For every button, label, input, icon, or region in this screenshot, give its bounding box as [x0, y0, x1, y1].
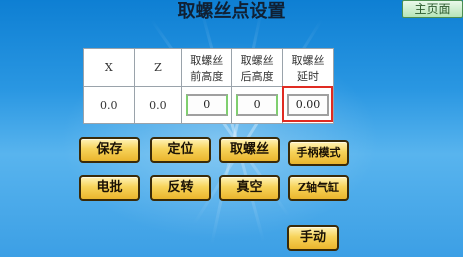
table-header-row: X Z 取螺丝 前高度 取螺丝 后高度 取螺丝 延时	[83, 48, 334, 87]
value-x: 0.0	[83, 86, 135, 124]
vacuum-button[interactable]: 真空	[219, 175, 280, 201]
header-x: X	[83, 48, 135, 87]
save-button[interactable]: 保存	[79, 137, 140, 163]
home-button[interactable]: 主页面	[402, 0, 463, 18]
pre-height-cell: 0	[181, 86, 233, 124]
manual-button[interactable]: 手动	[287, 225, 339, 251]
header-post-height: 取螺丝 后高度	[231, 48, 284, 87]
value-z: 0.0	[133, 86, 183, 124]
page-title: 取螺丝点设置	[177, 1, 286, 22]
header-z: Z	[133, 48, 183, 87]
reverse-button[interactable]: 反转	[150, 175, 211, 201]
selection-highlight	[282, 86, 333, 122]
position-button[interactable]: 定位	[150, 137, 211, 163]
post-height-input[interactable]: 0	[236, 94, 279, 116]
z-cylinder-button[interactable]: Z轴气缸	[288, 175, 349, 201]
header-pre-height: 取螺丝 前高度	[181, 48, 233, 87]
electric-screwdriver-button[interactable]: 电批	[79, 175, 140, 201]
take-screw-button[interactable]: 取螺丝	[219, 137, 280, 163]
post-height-cell: 0	[231, 86, 284, 124]
pre-height-input[interactable]: 0	[185, 94, 228, 116]
header-delay: 取螺丝 延时	[282, 48, 334, 87]
handwheel-mode-button[interactable]: 手柄模式	[288, 140, 349, 166]
